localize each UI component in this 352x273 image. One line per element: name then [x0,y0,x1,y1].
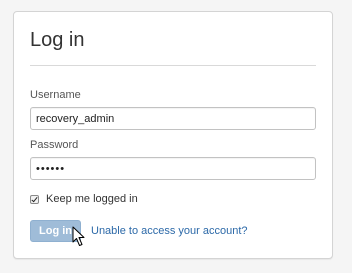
remember-me-row[interactable]: Keep me logged in [30,193,138,205]
password-field[interactable] [30,157,316,180]
remember-me-label[interactable]: Keep me logged in [46,193,138,205]
mouse-pointer-icon [72,226,85,246]
unable-to-access-link[interactable]: Unable to access your account? [91,225,248,238]
username-field[interactable] [30,107,316,130]
username-label: Username [30,89,81,101]
login-panel: Log in Username Password Keep me logged … [13,11,333,259]
title-divider [30,65,316,66]
password-label: Password [30,139,79,151]
remember-me-checkbox[interactable] [30,194,39,204]
page-title: Log in [30,29,85,51]
